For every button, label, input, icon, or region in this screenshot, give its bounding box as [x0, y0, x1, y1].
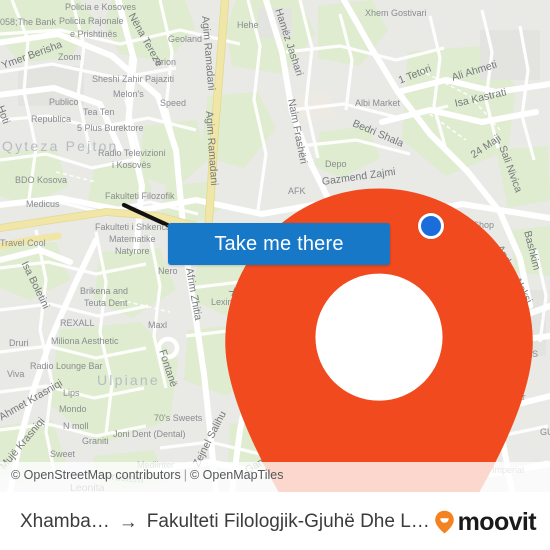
footer-origin-label: Xhamba…	[20, 511, 110, 532]
destination-pin-marker[interactable]	[104, 168, 533, 492]
attribution-maptiles[interactable]: © OpenMapTiles	[190, 468, 284, 482]
attribution-separator: |	[183, 468, 187, 482]
moovit-pin-icon	[434, 510, 454, 534]
footer-route-summary[interactable]: Xhamba… → Fakulteti Filologjik-Gjuhë Dhe…	[0, 511, 434, 533]
moovit-map-screen: 058;The Bank Policia e Kosoves Policia Raj…	[0, 0, 550, 550]
take-me-there-button[interactable]: Take me there	[168, 223, 390, 265]
arrow-right-icon: →	[118, 511, 138, 533]
moovit-wordmark: moovit	[457, 507, 537, 536]
moovit-logo[interactable]: moovit	[434, 507, 550, 536]
footer-bar: Xhamba… → Fakulteti Filologjik-Gjuhë Dhe…	[0, 492, 550, 550]
map-canvas[interactable]: 058;The Bank Policia e Kosoves Policia Raj…	[0, 0, 550, 492]
map-attribution: © OpenStreetMap contributors | © OpenMapTi…	[11, 468, 283, 482]
origin-dot-marker[interactable]	[418, 213, 444, 239]
attribution-osm[interactable]: © OpenStreetMap contributors	[11, 468, 181, 482]
footer-destination-label: Fakulteti Filologjik-Gjuhë Dhe Letërsi A…	[146, 511, 434, 532]
